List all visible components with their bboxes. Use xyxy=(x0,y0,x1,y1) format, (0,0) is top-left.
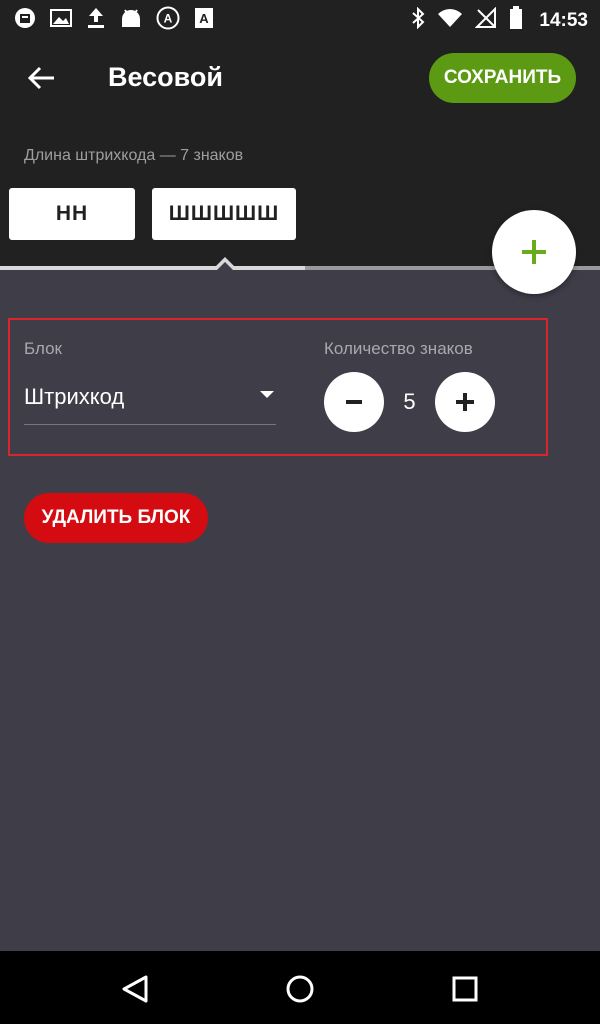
no-sim-icon xyxy=(474,6,497,34)
barcode-segment-code[interactable]: ШШШШШ xyxy=(152,188,296,240)
block-type-value: Штрихкод xyxy=(24,384,125,409)
wifi-icon xyxy=(437,8,463,33)
dropdown-arrow-icon xyxy=(260,391,274,398)
arrow-left-icon xyxy=(27,66,54,90)
accessibility-icon: A xyxy=(156,6,180,30)
block-type-select[interactable]: Штрихкод xyxy=(24,374,276,425)
status-time: 14:53 xyxy=(539,9,588,31)
pointer-fill xyxy=(216,262,234,271)
plus-icon xyxy=(456,393,474,411)
app-notification-icon xyxy=(14,7,36,29)
nav-home-button[interactable] xyxy=(280,969,320,1009)
save-button[interactable]: СОХРАНИТЬ xyxy=(429,53,576,103)
upload-icon xyxy=(86,7,106,29)
svg-text:A: A xyxy=(199,11,209,26)
block-type-label: Блок xyxy=(24,339,62,358)
nav-back-button[interactable] xyxy=(116,969,156,1009)
android-icon xyxy=(120,8,142,28)
nav-recents-button[interactable] xyxy=(445,969,485,1009)
plus-icon xyxy=(522,240,546,264)
add-block-button[interactable] xyxy=(492,210,576,294)
page-title: Весовой xyxy=(108,62,224,92)
status-bar: A A 14:53 xyxy=(0,0,600,36)
barcode-segment-weight[interactable]: НН xyxy=(9,188,135,240)
status-left-icons: A A xyxy=(14,6,214,30)
text-icon: A xyxy=(194,7,214,29)
svg-text:A: A xyxy=(164,12,173,26)
minus-icon xyxy=(346,400,362,404)
back-button[interactable] xyxy=(22,58,62,98)
square-recents-icon xyxy=(452,976,478,1002)
status-right-icons: 14:53 xyxy=(411,6,588,35)
delete-block-button[interactable]: УДАЛИТЬ БЛОК xyxy=(24,493,208,543)
image-icon xyxy=(50,8,72,28)
bluetooth-icon xyxy=(411,6,425,34)
char-count-value: 5 xyxy=(403,389,416,414)
increase-count-button[interactable] xyxy=(435,372,495,432)
circle-home-icon xyxy=(286,975,314,1003)
segment-divider xyxy=(0,266,305,270)
system-nav-bar xyxy=(0,951,600,1024)
battery-icon xyxy=(509,6,523,35)
char-count-label: Количество знаков xyxy=(324,339,473,358)
barcode-length-label: Длина штрихкода — 7 знаков xyxy=(24,147,244,164)
decrease-count-button[interactable] xyxy=(324,372,384,432)
triangle-back-icon xyxy=(122,975,148,1003)
